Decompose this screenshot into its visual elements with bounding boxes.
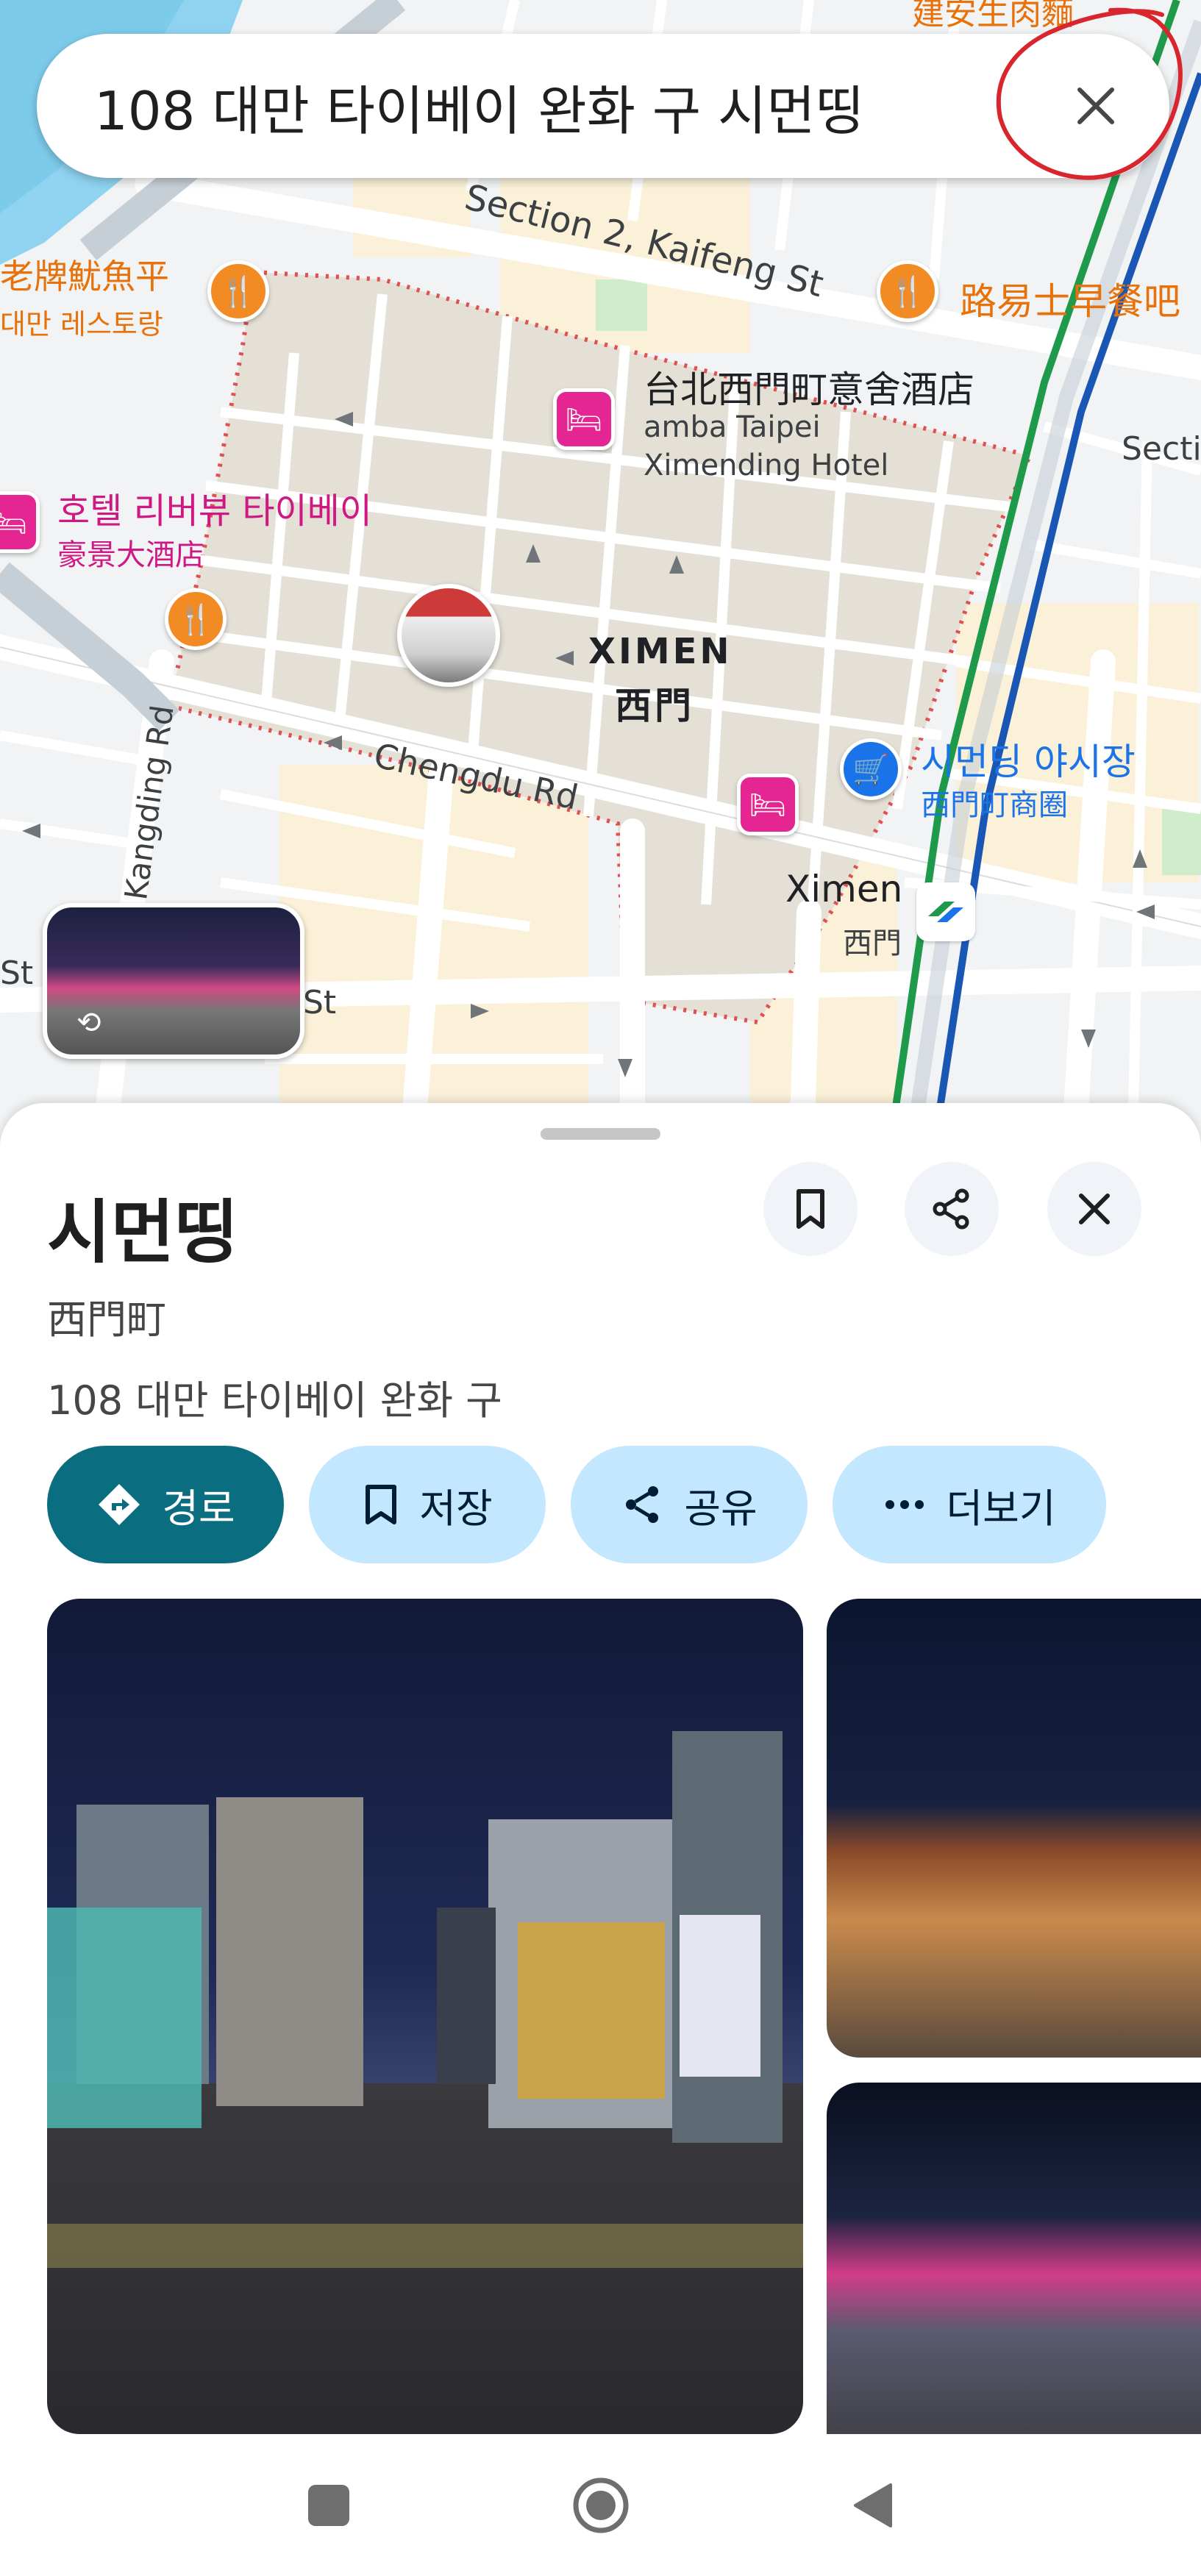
restaurant-sublabel-1: 대만 레스토랑 (0, 308, 163, 340)
more-label: 더보기 (946, 1485, 1056, 1532)
recents-button[interactable] (292, 2469, 366, 2542)
directions-button[interactable]: 경로 (47, 1446, 284, 1563)
search-input[interactable]: 108 대만 타이베이 완화 구 시먼띵 (94, 68, 1052, 145)
hotel-icon: 🛏 (0, 505, 28, 540)
market-label[interactable]: 시먼딩 야시장 (921, 732, 1136, 785)
share-icon (933, 1188, 969, 1230)
more-button[interactable]: 더보기 (833, 1446, 1106, 1563)
street-label-st-small: St (303, 984, 337, 1021)
close-icon (1077, 88, 1114, 124)
back-button[interactable] (836, 2469, 910, 2542)
hotel-label-riverview[interactable]: 호텔 리버뷰 타이베이 (57, 482, 372, 533)
back-triangle-icon (853, 2483, 892, 2527)
hotel-icon: 🛏 (565, 402, 603, 437)
restaurant-pin-2[interactable]: 🍴 (877, 260, 938, 322)
hotel-pin-2[interactable]: 🛏 (737, 774, 799, 835)
restaurant-pin-1[interactable]: 🍴 (207, 260, 269, 322)
street-label-st-left: St (0, 955, 34, 992)
clear-search-button[interactable] (1052, 62, 1140, 150)
hotel-sublabel-amba-2: Ximending Hotel (644, 449, 889, 482)
market-sublabel: 西門町商圈 (921, 788, 1068, 822)
place-details-sheet[interactable]: 시먼띵 西門町 108 대만 타이베이 완화 구 경로 저장 공유 더보기 (0, 1103, 1201, 2434)
area-sublabel-ximen: 西門 (615, 685, 694, 727)
restaurant-label-3[interactable]: 建安生肉麵 (912, 0, 1074, 34)
hotel-pin-amba[interactable]: 🛏 (553, 388, 615, 450)
system-navigation-bar (0, 2434, 1201, 2576)
restaurant-icon: 🍴 (177, 602, 214, 637)
square-icon (307, 2484, 349, 2526)
metro-icon[interactable] (916, 882, 975, 941)
restaurant-icon: 🍴 (220, 274, 257, 309)
share-icon-button[interactable] (905, 1162, 999, 1256)
market-pin[interactable]: 🛒 (840, 738, 902, 800)
shopping-cart-icon: 🛒 (852, 752, 889, 787)
station-sublabel-ximen: 西門 (843, 927, 902, 960)
more-icon (885, 1500, 924, 1509)
street-view-360-icon: ⟲ (76, 1006, 101, 1040)
place-photo-main[interactable] (47, 1599, 803, 2434)
share-icon (626, 1486, 659, 1523)
home-button[interactable] (564, 2469, 638, 2542)
save-label: 저장 (419, 1485, 493, 1532)
place-photo-2[interactable] (827, 1599, 1201, 2058)
search-bar[interactable]: 108 대만 타이베이 완화 구 시먼띵 (37, 34, 1169, 178)
street-label-section-edge: Secti (1122, 430, 1201, 468)
bookmark-icon (366, 1485, 397, 1524)
place-photo-3[interactable] (827, 2083, 1201, 2434)
hotel-label-amba[interactable]: 台北西門町意舍酒店 (644, 360, 974, 413)
hotel-sublabel-riverview: 豪景大酒店 (57, 538, 204, 572)
place-title: 시먼띵 (47, 1193, 238, 1273)
place-address: 108 대만 타이베이 완화 구 (47, 1377, 502, 1424)
close-sheet-button[interactable] (1047, 1162, 1141, 1256)
area-label-ximen: XIMEN (588, 631, 733, 672)
share-label: 공유 (684, 1485, 758, 1532)
restaurant-icon: 🍴 (889, 274, 926, 309)
save-icon-button[interactable] (763, 1162, 858, 1256)
bookmark-icon (796, 1189, 824, 1229)
share-button[interactable]: 공유 (571, 1446, 808, 1563)
photo-pin[interactable] (397, 584, 500, 687)
station-label-ximen[interactable]: Ximen (785, 868, 902, 910)
restaurant-label-1[interactable]: 老牌魷魚平 (0, 250, 169, 299)
close-icon (1079, 1194, 1110, 1224)
hotel-pin-riverview[interactable]: 🛏 (0, 491, 40, 553)
park (596, 279, 647, 331)
save-button[interactable]: 저장 (309, 1446, 546, 1563)
street-view-thumbnail[interactable]: ⟲ (43, 903, 304, 1059)
hotel-icon: 🛏 (749, 788, 787, 822)
sheet-drag-handle[interactable] (541, 1128, 660, 1140)
restaurant-pin-3[interactable]: 🍴 (165, 588, 227, 650)
restaurant-label-2[interactable]: 路易士早餐吧 (960, 272, 1180, 325)
home-circle-icon (573, 2477, 628, 2533)
place-local-name: 西門町 (47, 1296, 166, 1343)
directions-label: 경로 (162, 1485, 235, 1532)
hotel-sublabel-amba-1: amba Taipei (644, 410, 821, 444)
directions-icon (99, 1484, 140, 1525)
